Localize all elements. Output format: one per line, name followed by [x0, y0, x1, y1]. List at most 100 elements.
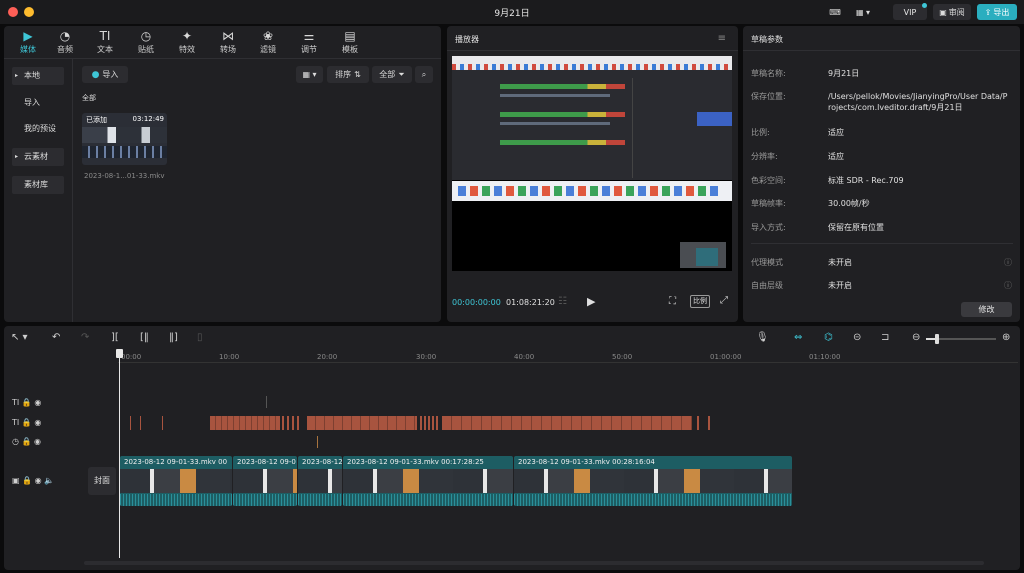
info-icon[interactable]: ⓘ — [1004, 280, 1012, 291]
subtitle-track[interactable] — [122, 416, 712, 430]
playhead-handle[interactable] — [116, 349, 123, 358]
eye-icon[interactable]: ◉ — [34, 437, 41, 446]
media-item-badge: 已添加 — [86, 116, 107, 124]
tab-filter[interactable]: ❀ 滤镜 — [248, 29, 288, 57]
zoom-slider-handle[interactable] — [935, 334, 939, 344]
sidebar-divider — [72, 59, 73, 322]
zoom-out-icon[interactable]: ⊖ — [912, 332, 920, 343]
main-track-magnet-icon[interactable]: ⇔ — [794, 332, 802, 343]
tab-transition[interactable]: ⋈ 转场 — [208, 29, 248, 57]
timeline-view-icon[interactable]: ☷ — [558, 296, 567, 307]
tab-adjust[interactable]: ⚌ 调节 — [289, 29, 329, 57]
subtitle-clip-group — [307, 416, 417, 430]
sort-label: 排序 — [335, 70, 352, 79]
sidebar-item-library[interactable]: 素材库 — [12, 176, 64, 194]
tab-audio[interactable]: ◔ 音频 — [45, 29, 85, 57]
sidebar-item-import[interactable]: 导入 — [12, 94, 64, 112]
subtitle-clip — [162, 416, 163, 430]
tab-sticker[interactable]: ◷ 贴纸 — [126, 29, 166, 57]
lock-icon[interactable]: 🔒 — [22, 476, 32, 485]
play-button[interactable]: ▶ — [587, 295, 595, 308]
search-icon: ⌕ — [421, 69, 427, 79]
menu-icon[interactable]: ≡ — [718, 33, 726, 44]
expand-icon[interactable]: ⤢ — [720, 295, 728, 306]
review-icon: ▣ — [939, 7, 947, 17]
sort-button[interactable]: 排序 ⇅ — [327, 66, 369, 83]
video-clip[interactable]: 2023-08-12 09-0 — [233, 456, 297, 506]
sidebar-item-my-presets[interactable]: 我的预设 — [12, 120, 70, 138]
tab-text[interactable]: TI 文本 — [85, 29, 125, 57]
review-button[interactable]: ▣ 审阅 — [933, 4, 971, 20]
tabs-divider — [4, 58, 441, 59]
zoom-slider[interactable] — [926, 334, 996, 344]
clip-thumbnails — [120, 469, 232, 493]
adjust-icon: ⚌ — [303, 29, 315, 43]
sidebar-item-cloud[interactable]: ▸ 云素材 — [12, 148, 64, 166]
playhead[interactable] — [119, 350, 120, 558]
text-track-icon: TI — [12, 398, 20, 407]
filter-button[interactable]: 全部 ⏷ — [372, 66, 412, 83]
lock-icon[interactable]: 🔒 — [22, 398, 32, 407]
preview-axis-icon[interactable]: ⊐ — [881, 332, 889, 343]
eye-icon[interactable]: ◉ — [35, 476, 42, 485]
video-preview[interactable] — [452, 56, 732, 271]
cover-button[interactable]: 封面 — [88, 467, 116, 495]
param-label: 草稿帧率: — [751, 199, 786, 208]
info-icon[interactable]: ⓘ — [1004, 257, 1012, 268]
layout-menu-button[interactable]: ▦ ▾ — [850, 4, 876, 20]
media-item-duration: 03:12:49 — [132, 115, 164, 123]
delete-icon[interactable]: ▯ — [197, 332, 203, 343]
params-title: 草稿参数 — [751, 35, 783, 44]
search-button[interactable]: ⌕ — [415, 66, 433, 83]
tab-effects[interactable]: ✦ 特效 — [167, 29, 207, 57]
select-tool-icon[interactable]: ↖ ▾ — [11, 332, 28, 343]
video-track-icon: ▣ — [12, 476, 20, 485]
clip-title: 2023-08-12 09-01-33.mkv 00:17:28:25 — [347, 458, 484, 466]
zoom-in-icon[interactable]: ⊕ — [1002, 332, 1010, 343]
tab-media[interactable]: ▶ 媒体 — [8, 29, 48, 57]
split-left-icon[interactable]: [‖ — [140, 332, 149, 343]
sidebar-item-local[interactable]: ▸ 本地 — [12, 67, 64, 85]
modify-button[interactable]: 修改 — [961, 302, 1012, 317]
split-icon[interactable]: ][ — [111, 332, 119, 343]
param-value: 保留在原有位置 — [828, 223, 884, 232]
subtitle-clip-group — [210, 416, 280, 430]
undo-icon[interactable]: ↶ — [52, 332, 60, 343]
link-icon[interactable]: ⊝ — [853, 332, 861, 343]
import-button[interactable]: ● 导入 — [82, 66, 128, 83]
fullscreen-preview-icon[interactable]: ⛶ — [669, 296, 676, 307]
keyboard-icon[interactable]: ⌨ — [826, 4, 844, 20]
eye-icon[interactable]: ◉ — [34, 418, 41, 427]
clip-waveform — [343, 494, 513, 506]
text-track-controls: TI 🔒 ◉ — [12, 398, 41, 407]
preview-top-bar — [452, 56, 732, 64]
audio-icon[interactable]: 🔈 — [44, 476, 54, 485]
lock-icon[interactable]: 🔒 — [22, 418, 32, 427]
export-button[interactable]: ⇪ 导出 — [977, 4, 1017, 20]
tab-template[interactable]: ▤ 模板 — [330, 29, 370, 57]
proxy-label: 代理模式 — [751, 258, 783, 267]
horizontal-scrollbar[interactable] — [84, 561, 984, 565]
eye-icon[interactable]: ◉ — [34, 398, 41, 407]
params-divider — [743, 50, 1020, 51]
video-clip[interactable]: 2023-08-12 09-01-33.mkv 00:28:16:04 — [514, 456, 792, 506]
video-clip[interactable]: 2023-08-12 — [298, 456, 342, 506]
microphone-icon[interactable]: 🎙 — [756, 332, 769, 343]
redo-icon[interactable]: ↷ — [81, 332, 89, 343]
sidebar-item-cloud-label: 云素材 — [24, 152, 48, 161]
view-mode-button[interactable]: ▦ ▾ — [296, 66, 323, 83]
auto-snap-icon[interactable]: ⌬ — [824, 332, 833, 343]
param-value: /Users/pellok/Movies/JianyingPro/User Da… — [828, 92, 1008, 112]
free-layer-label: 自由层级 — [751, 281, 783, 290]
video-clip[interactable]: 2023-08-12 09-01-33.mkv 00:17:28:25 — [343, 456, 513, 506]
transition-icon: ⋈ — [222, 29, 234, 43]
video-clip[interactable]: 2023-08-12 09-01-33.mkv 00 — [120, 456, 232, 506]
lock-icon[interactable]: 🔒 — [22, 437, 32, 446]
preview-mixer — [452, 70, 732, 180]
subtitle-clip-group — [420, 416, 440, 430]
media-item-thumbnail[interactable]: 已添加 03:12:49 — [82, 113, 167, 165]
preview-pip — [696, 248, 718, 266]
player-panel: 播放器 ≡ 00:00:00:00 01:08:21:20 ☷ ▶ ⛶ 比例 ⤢ — [447, 26, 738, 322]
ratio-button[interactable]: 比例 — [690, 295, 710, 308]
split-right-icon[interactable]: ‖] — [169, 332, 178, 343]
